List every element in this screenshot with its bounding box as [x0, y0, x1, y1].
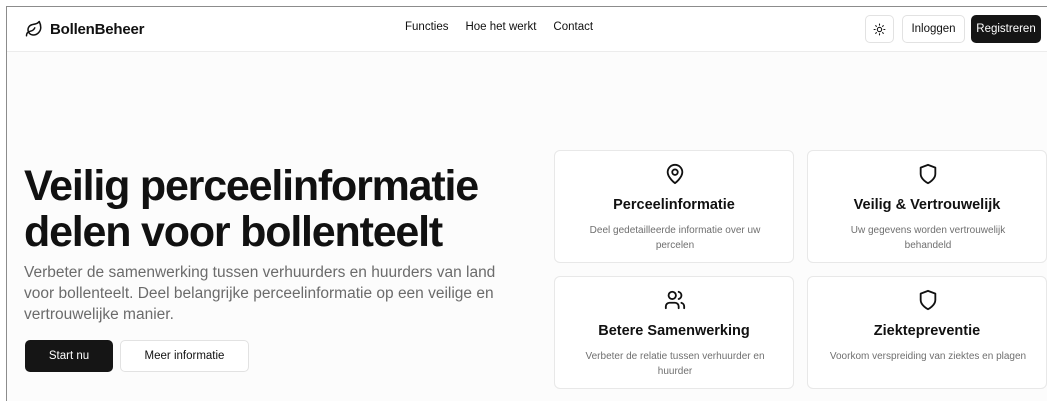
hero-title: Veilig perceelinformatie delen voor boll… — [24, 162, 479, 256]
brand-name: BollenBeheer — [50, 20, 145, 38]
brand-logo-link[interactable]: BollenBeheer — [25, 19, 144, 39]
feature-description: Verbeter de relatie tussen verhuurder en… — [585, 351, 765, 377]
nav-link-hoe-het-werkt[interactable]: Hoe het werkt — [465, 21, 536, 33]
nav-link-contact[interactable]: Contact — [553, 21, 593, 33]
feature-description: Deel gedetailleerde informatie over uw p… — [589, 225, 761, 251]
page-frame: BollenBeheer Functies Hoe het werkt Cont… — [6, 6, 1047, 401]
feature-title: Perceelinformatie — [613, 197, 735, 213]
more-info-button[interactable]: Meer informatie — [120, 340, 249, 372]
main-nav: Functies Hoe het werkt Contact — [405, 21, 593, 33]
top-navbar: BollenBeheer Functies Hoe het werkt Cont… — [7, 7, 1047, 52]
leaf-icon — [25, 20, 42, 37]
feature-card-betere-samenwerking: Betere Samenwerking Verbeter de relatie … — [554, 276, 794, 389]
login-button[interactable]: Inloggen — [902, 15, 965, 43]
feature-card-veilig-vertrouwelijk: Veilig & Vertrouwelijk Uw gegevens worde… — [807, 150, 1047, 263]
feature-card-ziektepreventie: Ziektepreventie Voorkom verspreiding van… — [807, 276, 1047, 389]
feature-description: Uw gegevens worden vertrouwelijk behande… — [850, 225, 1006, 251]
shield-icon — [919, 289, 937, 311]
map-pin-icon — [666, 163, 684, 185]
feature-title: Ziektepreventie — [873, 323, 981, 339]
start-button[interactable]: Start nu — [25, 340, 113, 372]
hero-subtitle: Verbeter de samenwerking tussen verhuurd… — [24, 264, 496, 323]
nav-link-functies[interactable]: Functies — [405, 21, 448, 33]
sun-icon — [873, 23, 886, 35]
feature-title: Betere Samenwerking — [598, 323, 750, 339]
register-button[interactable]: Registreren — [971, 15, 1041, 43]
feature-card-perceelinformatie: Perceelinformatie Deel gedetailleerde in… — [554, 150, 794, 263]
feature-description: Voorkom verspreiding van ziektes en plag… — [829, 351, 1027, 362]
users-icon — [664, 290, 686, 310]
feature-title: Veilig & Vertrouwelijk — [853, 197, 1001, 213]
theme-toggle-button[interactable] — [865, 15, 894, 43]
shield-icon — [919, 163, 937, 185]
